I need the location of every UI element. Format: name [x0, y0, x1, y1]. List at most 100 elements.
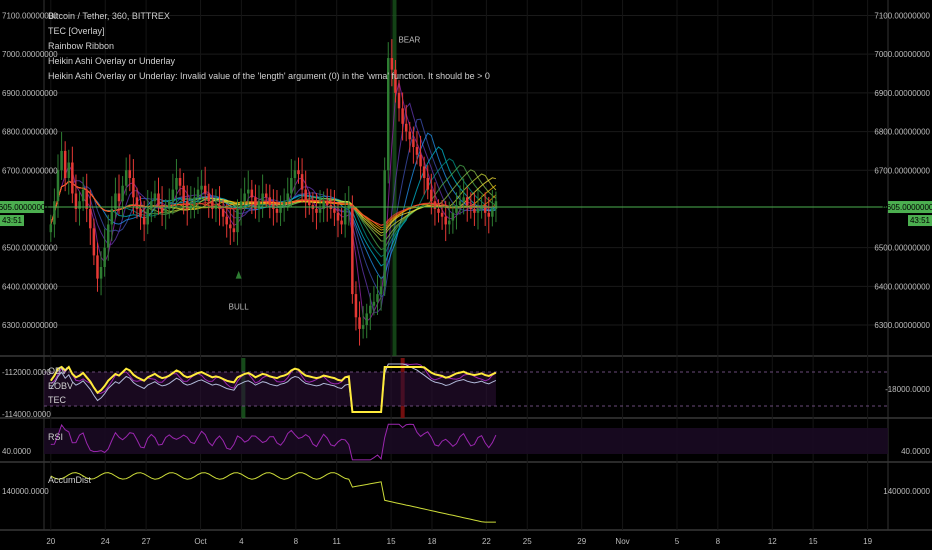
y-tick-right: 6300.00000000: [874, 321, 930, 330]
candle-body: [268, 197, 272, 206]
rsi-y-tick: 40.0000: [2, 447, 31, 456]
rsi-right-tick: 40.0000: [901, 447, 930, 456]
candle-body: [71, 162, 74, 194]
rsi-label[interactable]: RSI: [48, 432, 63, 443]
obv-y-tick: -112000.0000: [2, 368, 51, 377]
candle-body: [236, 208, 239, 233]
y-tick-left: 6300.00000000: [2, 321, 58, 330]
obv-label[interactable]: OBV: [48, 366, 67, 377]
chart-legend: Bitcoin / Tether, 360, BITTREX TEC [Over…: [48, 9, 490, 84]
candle-body: [361, 325, 365, 329]
candle-body: [458, 201, 462, 206]
candle-body: [430, 189, 433, 202]
candle-body: [171, 189, 175, 202]
indicator-rainbow-label[interactable]: Rainbow Ribbon: [48, 39, 490, 54]
candle-body: [315, 208, 318, 213]
candle-body: [419, 154, 422, 167]
candle-body: [200, 185, 203, 190]
tec-label[interactable]: TEC: [48, 395, 66, 406]
candle-body: [304, 189, 307, 202]
y-tick-left: 6900.00000000: [2, 89, 58, 98]
candle-body: [53, 201, 56, 225]
candle-body: [225, 216, 228, 225]
candle-body: [150, 201, 153, 209]
candle-body: [279, 205, 282, 213]
candle-body: [257, 201, 261, 209]
candle-body: [221, 208, 225, 217]
accum-y-tick: 140000.0000: [2, 487, 49, 496]
candle-body: [160, 205, 164, 213]
candle-body: [264, 193, 268, 198]
candle-body: [325, 201, 329, 206]
candle-body: [473, 208, 476, 213]
candle-body: [408, 131, 412, 140]
candle-body: [440, 212, 444, 217]
x-tick: 20: [46, 537, 55, 546]
candle-body: [465, 197, 469, 206]
indicator-heikin-label[interactable]: Heikin Ashi Overlay or Underlay: [48, 54, 490, 69]
candle-body: [343, 208, 347, 225]
y-tick-right: 6500.00000000: [874, 244, 930, 253]
candle-body: [455, 205, 458, 213]
candle-body: [491, 208, 494, 217]
candle-body: [243, 193, 246, 202]
y-tick-left: 6700.00000000: [2, 166, 58, 175]
x-tick: 12: [768, 537, 777, 546]
candle-body: [422, 166, 426, 178]
candle-body: [182, 185, 185, 202]
candle-body: [99, 267, 103, 279]
indicator-heikin-error[interactable]: Heikin Ashi Overlay or Underlay: Invalid…: [48, 69, 490, 84]
accum-right-tick: 140000.0000: [883, 487, 930, 496]
eobv-label[interactable]: EOBV: [48, 381, 73, 392]
candle-body: [322, 201, 325, 209]
candle-body: [78, 201, 81, 209]
x-tick: 18: [428, 537, 437, 546]
candle-body: [261, 193, 264, 202]
candle-body: [462, 197, 465, 202]
candle-body: [207, 193, 211, 202]
candle-body: [275, 208, 279, 213]
candle-body: [487, 212, 491, 217]
y-tick-right: 6900.00000000: [874, 89, 930, 98]
bull-signal-label: BULL: [229, 303, 250, 312]
rsi-band: [44, 428, 888, 454]
candle-body: [132, 178, 135, 198]
y-tick-left: 6800.00000000: [2, 128, 58, 137]
candle-body: [178, 178, 182, 186]
candle-body: [404, 123, 408, 132]
candle-body: [85, 189, 88, 209]
candle-body: [444, 216, 447, 225]
candle-body: [336, 212, 340, 221]
candle-body: [426, 178, 429, 190]
symbol-title[interactable]: Bitcoin / Tether, 360, BITTREX: [48, 9, 490, 24]
y-tick-right: 6800.00000000: [874, 128, 930, 137]
x-tick: 27: [142, 537, 151, 546]
candle-body: [193, 197, 196, 206]
candle-body: [290, 178, 293, 194]
candle-body: [297, 170, 300, 175]
obv-right-tick: -18000.0000: [885, 385, 930, 394]
candle-body: [49, 224, 53, 233]
price-badge-text-left: 6605.00000001: [0, 203, 50, 212]
indicator-tec-label[interactable]: TEC [Overlay]: [48, 24, 490, 39]
y-tick-left: 6400.00000000: [2, 282, 58, 291]
candle-body: [293, 170, 297, 178]
candle-body: [168, 201, 171, 209]
candle-body: [229, 224, 232, 229]
candle-body: [476, 208, 480, 213]
candle-body: [318, 208, 322, 213]
candle-body: [282, 201, 286, 206]
candle-body: [164, 208, 167, 213]
x-tick: 5: [675, 537, 680, 546]
candle-body: [63, 150, 67, 178]
candle-body: [451, 212, 455, 221]
candle-body: [60, 150, 63, 171]
candle-body: [246, 189, 250, 194]
candle-body: [67, 162, 71, 178]
candle-body: [401, 108, 404, 124]
candle-body: [203, 185, 207, 194]
candle-body: [124, 170, 128, 186]
candle-body: [437, 208, 440, 213]
candle-body: [157, 193, 160, 206]
accumdist-label[interactable]: AccumDist: [48, 475, 91, 486]
